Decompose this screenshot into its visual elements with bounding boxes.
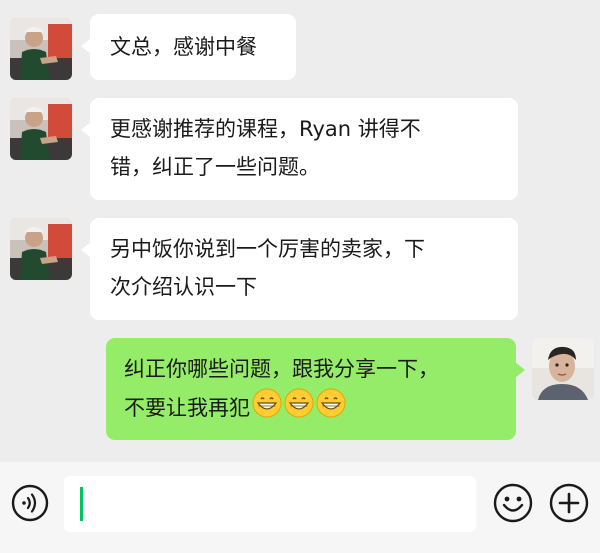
message-text: 不要让我再犯 bbox=[124, 396, 250, 420]
grinning-face-emoji bbox=[316, 388, 346, 430]
contact-avatar[interactable] bbox=[10, 98, 72, 160]
incoming-message-bubble[interactable]: 另中饭你说到一个厉害的卖家，下 次介绍认识一下 bbox=[81, 218, 518, 320]
message-line: 次介绍认识一下 bbox=[110, 275, 257, 299]
chat-area: 文总，感谢中餐 更感谢推荐的课程，Ryan 讲得不 错，纠正了一些问题。 另中饭… bbox=[0, 0, 600, 462]
voice-icon[interactable] bbox=[10, 483, 50, 527]
contact-avatar[interactable] bbox=[10, 218, 72, 280]
message-input[interactable] bbox=[64, 476, 476, 532]
text-cursor bbox=[80, 487, 83, 521]
message-text: 文总，感谢中餐 bbox=[110, 35, 257, 59]
plus-icon[interactable] bbox=[548, 482, 590, 528]
contact-avatar[interactable] bbox=[10, 18, 72, 80]
outgoing-message-bubble[interactable]: 纠正你哪些问题，跟我分享一下， 不要让我再犯 bbox=[106, 338, 525, 440]
emoji-icon[interactable] bbox=[492, 482, 534, 528]
incoming-message-bubble[interactable]: 文总，感谢中餐 bbox=[81, 14, 296, 80]
grinning-face-emoji bbox=[252, 388, 282, 430]
message-line: 更感谢推荐的课程，Ryan 讲得不 bbox=[110, 117, 421, 141]
self-avatar[interactable] bbox=[532, 338, 594, 400]
grinning-face-emoji bbox=[284, 388, 314, 430]
message-line-with-emoji: 不要让我再犯 bbox=[124, 388, 498, 430]
message-line: 纠正你哪些问题，跟我分享一下， bbox=[124, 357, 439, 381]
message-line: 另中饭你说到一个厉害的卖家，下 bbox=[110, 237, 425, 261]
message-line: 错，纠正了一些问题。 bbox=[110, 155, 320, 179]
incoming-message-bubble[interactable]: 更感谢推荐的课程，Ryan 讲得不 错，纠正了一些问题。 bbox=[81, 98, 518, 200]
